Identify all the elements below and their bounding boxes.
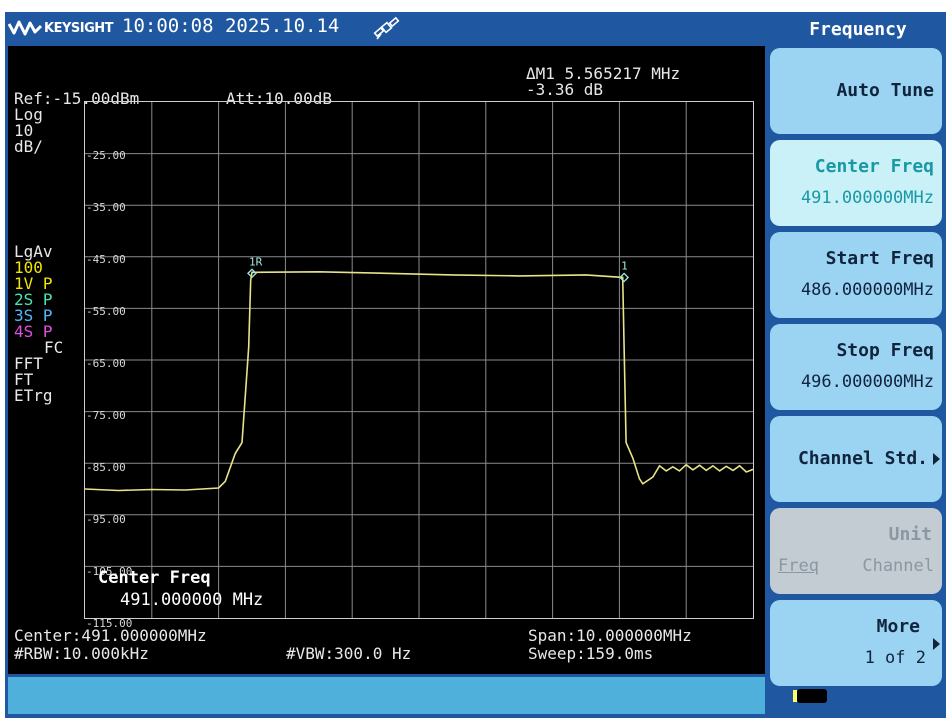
marker-layer: 1R 1 xyxy=(247,255,630,283)
unit-option-channel: Channel xyxy=(862,556,934,576)
keysight-logo-icon xyxy=(8,20,42,36)
more-page-indicator: 1 of 2 xyxy=(864,648,926,668)
auto-tune-label: Auto Tune xyxy=(836,80,934,101)
battery-icon xyxy=(793,689,827,703)
trigger-indicator: ETrg xyxy=(14,386,53,405)
vbw: #VBW:300.0 Hz xyxy=(286,644,412,663)
fc-indicator: FC xyxy=(44,338,64,357)
unit-option-freq: Freq xyxy=(778,556,819,576)
title-bar: KEYSIGHT 10:00:08 2025.10.14 xyxy=(5,12,768,44)
start-freq-value: 486.000000MHz xyxy=(800,280,934,300)
spectrum-display: Ref:-15.00dBm Att:10.00dB ΔM1 5.565217 M… xyxy=(8,46,765,674)
y-tick-label: -65.00 xyxy=(86,357,126,370)
plot-grid xyxy=(85,102,753,618)
brand-logo: KEYSIGHT xyxy=(8,16,114,40)
center-frequency: Center:491.000000MHz xyxy=(14,626,207,645)
active-function-label: Center Freq xyxy=(98,568,211,588)
marker-label: 1 xyxy=(621,259,628,272)
stop-freq-button[interactable]: Stop Freq 496.000000MHz xyxy=(770,324,942,410)
span: Span:10.000000MHz xyxy=(528,626,692,645)
instrument-frame: KEYSIGHT 10:00:08 2025.10.14 Frequency R… xyxy=(5,12,946,718)
marker-label: 1R xyxy=(249,255,263,268)
active-function-value: 491.000000 MHz xyxy=(120,590,264,610)
y-tick-label: -95.00 xyxy=(86,513,126,526)
sweep-time: Sweep:159.0ms xyxy=(528,644,654,663)
channel-std-button[interactable]: Channel Std. xyxy=(770,416,942,502)
spectrum-plot: 1R 1 xyxy=(85,102,753,618)
auto-tune-button[interactable]: Auto Tune xyxy=(770,48,942,134)
center-freq-button[interactable]: Center Freq 491.000000MHz xyxy=(770,140,942,226)
satellite-icon xyxy=(373,16,400,40)
more-label: More xyxy=(876,616,920,637)
center-freq-label: Center Freq xyxy=(814,156,934,177)
clock-datetime: 10:00:08 2025.10.14 xyxy=(122,15,340,37)
y-tick-label: -55.00 xyxy=(86,305,126,318)
brand-name: KEYSIGHT xyxy=(44,20,114,36)
submenu-arrow-icon xyxy=(933,453,940,465)
submenu-arrow-icon xyxy=(933,638,940,650)
y-tick-label: -85.00 xyxy=(86,461,126,474)
y-tick-label: -35.00 xyxy=(86,201,126,214)
start-freq-button[interactable]: Start Freq 486.000000MHz xyxy=(770,232,942,318)
plot-area: 1R 1 xyxy=(84,101,754,619)
y-tick-label: -75.00 xyxy=(86,409,126,422)
status-message-bar xyxy=(8,677,765,714)
stop-freq-label: Stop Freq xyxy=(836,340,934,361)
center-freq-value: 491.000000MHz xyxy=(800,188,934,208)
menu-title: Frequency xyxy=(809,18,907,40)
scale-div-unit: dB/ xyxy=(14,137,43,156)
stop-freq-value: 496.000000MHz xyxy=(800,372,934,392)
unit-button[interactable]: Unit Freq Channel xyxy=(770,508,942,594)
delta-marker-amplitude: -3.36 dB xyxy=(526,80,604,99)
unit-label: Unit xyxy=(888,524,932,545)
start-freq-label: Start Freq xyxy=(825,248,934,269)
rbw: #RBW:10.000kHz xyxy=(14,644,149,663)
y-tick-label: -45.00 xyxy=(86,253,126,266)
channel-std-label: Channel Std. xyxy=(797,448,928,469)
more-button[interactable]: More 1 of 2 xyxy=(770,600,942,686)
y-tick-label: -25.00 xyxy=(86,149,126,162)
